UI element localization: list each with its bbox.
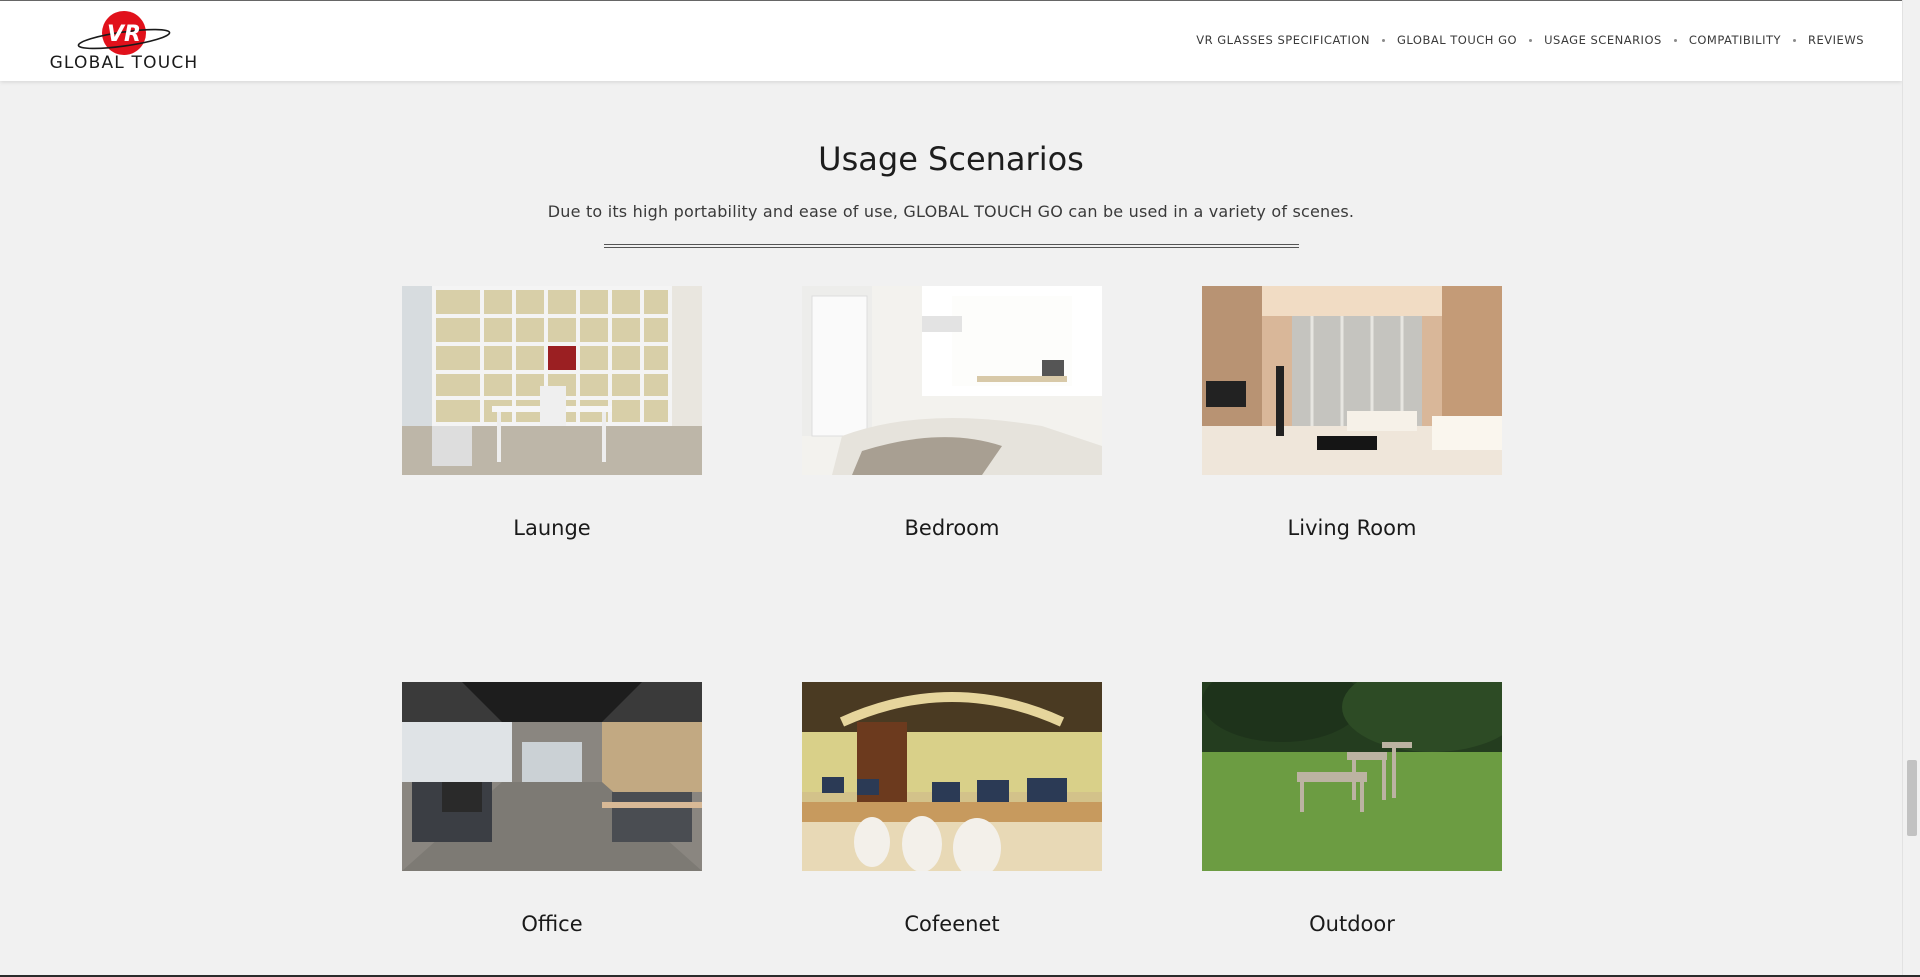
vr-logo-icon: VR	[77, 11, 171, 55]
nav-separator	[1673, 38, 1677, 42]
site-header: VR GLOBAL TOUCH VR GLASSES SPECIFICATION…	[0, 1, 1902, 81]
nav-separator	[1529, 38, 1533, 42]
nav-compatibility[interactable]: COMPATIBILITY	[1689, 33, 1781, 47]
nav-separator	[1382, 38, 1385, 42]
scenario-label: Office	[521, 912, 583, 936]
scenario-label: Launge	[513, 516, 591, 540]
nav-separator	[1793, 38, 1797, 42]
section-divider	[604, 244, 1299, 248]
living-room-photo	[1202, 286, 1502, 475]
nav-usage-scenarios[interactable]: USAGE SCENARIOS	[1544, 33, 1662, 47]
scenario-card-bedroom: Bedroom	[802, 286, 1102, 540]
nav-global-touch-go[interactable]: GLOBAL TOUCH GO	[1397, 33, 1517, 47]
internet-cafe-photo	[802, 682, 1102, 871]
logo-text: GLOBAL TOUCH	[49, 53, 199, 73]
scenario-card-launge: Launge	[402, 286, 702, 540]
page-scrollbar[interactable]	[1902, 0, 1920, 975]
scenario-card-outdoor: Outdoor	[1202, 682, 1502, 936]
svg-text:VR: VR	[107, 22, 141, 47]
scenario-card-living-room: Living Room	[1202, 286, 1502, 540]
bedroom-photo	[802, 286, 1102, 475]
study-room-photo	[402, 286, 702, 475]
main-nav: VR GLASSES SPECIFICATION GLOBAL TOUCH GO…	[1196, 33, 1864, 47]
scenario-card-office: Office	[402, 682, 702, 936]
scenario-label: Living Room	[1287, 516, 1417, 540]
section-subtitle: Due to its high portability and ease of …	[547, 202, 1355, 221]
site-logo[interactable]: VR GLOBAL TOUCH	[38, 9, 210, 77]
office-photo	[402, 682, 702, 871]
nav-vr-glasses-specification[interactable]: VR GLASSES SPECIFICATION	[1196, 33, 1370, 47]
scenario-label: Outdoor	[1309, 912, 1395, 936]
scenario-label: Cofeenet	[904, 912, 1000, 936]
scrollbar-thumb[interactable]	[1907, 760, 1917, 836]
section-title: Usage Scenarios	[818, 140, 1084, 178]
scenario-card-cofeenet: Cofeenet	[802, 682, 1102, 936]
lawn-chairs-photo	[1202, 682, 1502, 871]
scenario-label: Bedroom	[904, 516, 1000, 540]
nav-reviews[interactable]: REVIEWS	[1808, 33, 1864, 47]
